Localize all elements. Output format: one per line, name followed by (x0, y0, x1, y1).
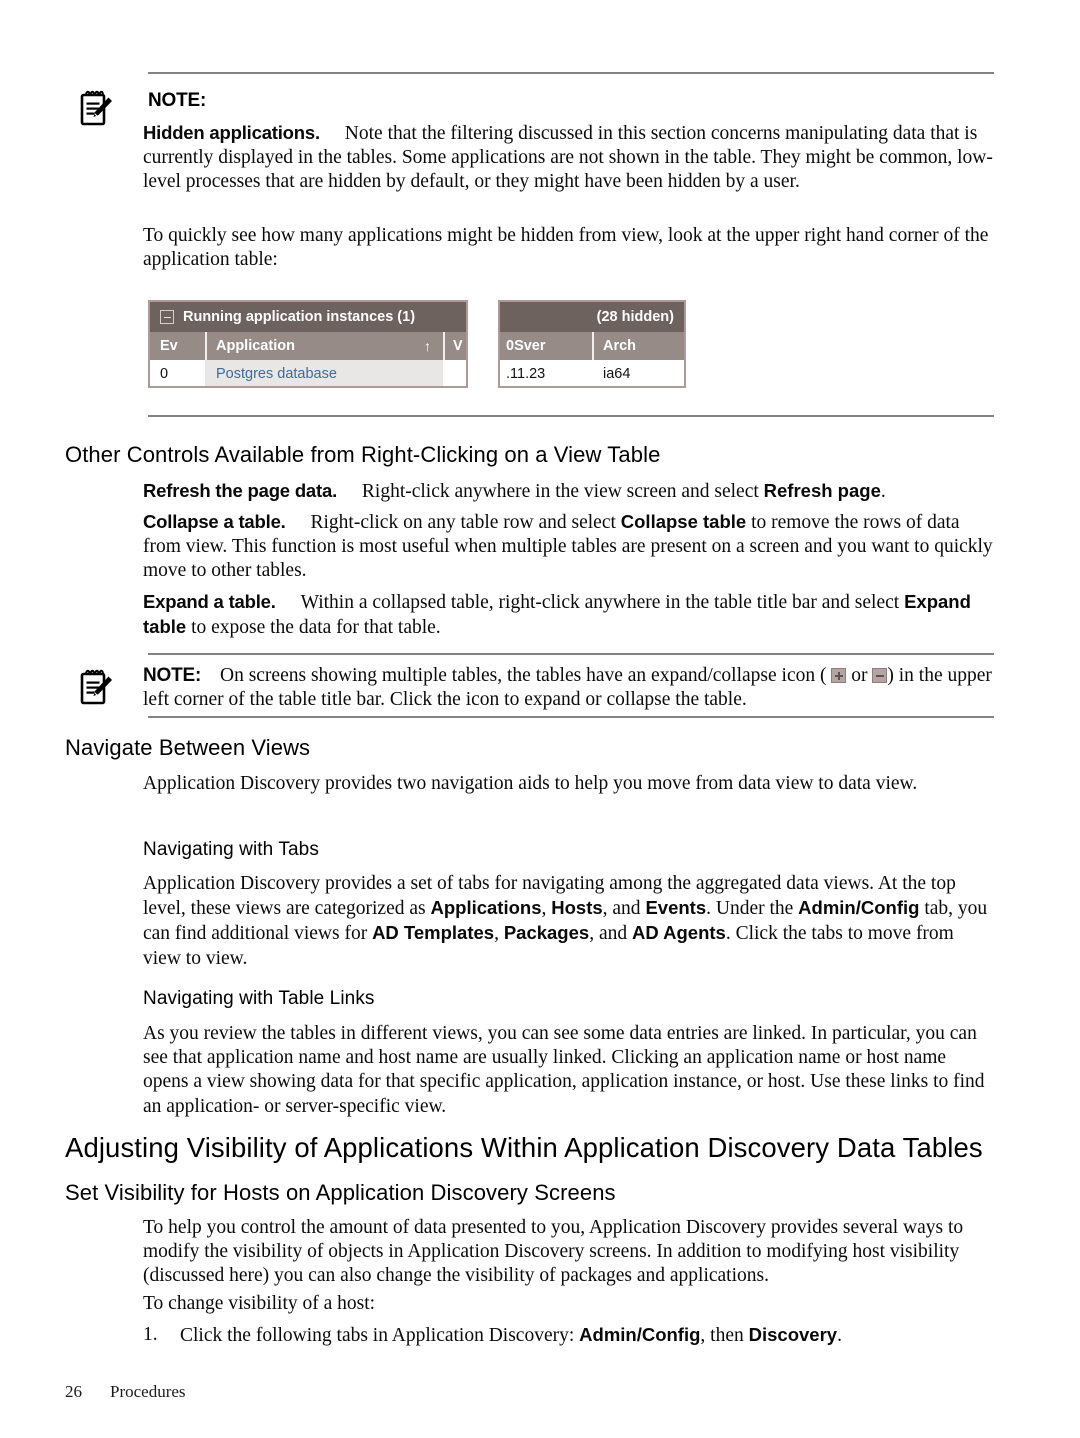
heading-set-visibility-for-hosts: Set Visibility for Hosts on Application … (65, 1180, 616, 1205)
tabs-text-4: . Under the (706, 898, 799, 920)
note1-paragraph-1: Hidden applications. Note that the filte… (143, 121, 994, 195)
hidden-count-label: (28 hidden) (596, 309, 674, 325)
list-bold-admin-config: Admin/Config (579, 1324, 701, 1345)
note2-text-part1: On screens showing multiple tables, the … (219, 665, 832, 686)
table-column-header-row-right: 0Sver Arch (500, 332, 684, 360)
column-header-arch[interactable]: Arch (603, 332, 636, 360)
heading-other-controls: Other Controls Available from Right-Clic… (65, 442, 661, 467)
table-column-header-row: Ev Application ↑ V (150, 332, 466, 360)
table-title-bar-right: (28 hidden) (500, 302, 684, 332)
note-pencil-icon (80, 90, 112, 126)
tabs-bold-hosts: Hosts (551, 897, 603, 919)
list-item-1: Click the following tabs in Application … (180, 1323, 994, 1348)
refresh-text-before: Right-click anywhere in the view screen … (361, 481, 764, 502)
note-bottom-rule (148, 415, 994, 417)
navigate-intro-paragraph: Application Discovery provides two navig… (143, 773, 918, 794)
collapse-minus-icon[interactable] (160, 310, 174, 324)
cell-arch: ia64 (603, 366, 631, 382)
cell-application-link[interactable]: Postgres database (216, 360, 337, 386)
note1-lead-in: Hidden applications. (143, 122, 320, 143)
navigating-with-tabs-paragraph: Application Discovery provides a set of … (143, 872, 994, 971)
refresh-text-after: . (880, 481, 886, 502)
cell-ev: 0 (160, 366, 169, 382)
tabs-bold-ad-agents: AD Agents (631, 922, 726, 944)
refresh-page-data-item: Refresh the page data. Right-click anywh… (143, 479, 994, 504)
expand-text-before: Within a collapsed table, right-click an… (300, 592, 905, 613)
expand-lead-in: Expand a table. (143, 591, 276, 612)
heading-navigating-with-table-links: Navigating with Table Links (143, 988, 375, 1009)
note2-paragraph: NOTE: On screens showing multiple tables… (143, 664, 994, 712)
collapse-text-before: Right-click on any table row and select (310, 512, 621, 533)
list-text-after: . (837, 1325, 842, 1346)
note-label: NOTE: (148, 90, 207, 111)
adjusting-paragraph-2: To change visibility of a host: (143, 1293, 376, 1314)
heading-navigating-with-tabs: Navigating with Tabs (143, 839, 319, 860)
tabs-bold-ad-templates: AD Templates (372, 922, 495, 944)
refresh-lead-in: Refresh the page data. (143, 480, 338, 501)
adjusting-paragraph-1: To help you control the amount of data p… (143, 1217, 964, 1287)
sort-ascending-icon: ↑ (424, 338, 431, 354)
expand-plus-icon (831, 668, 847, 683)
collapse-minus-icon (872, 668, 888, 683)
expand-text-after: to expose the data for that table. (186, 617, 441, 639)
screenshot-left-panel: Running application instances (1) Ev App… (148, 300, 468, 388)
note1-paragraph-2: To quickly see how many applications mig… (143, 225, 989, 271)
note2-text-or: or (846, 665, 873, 686)
table-row[interactable]: 0 Postgres database (150, 360, 466, 386)
collapse-lead-in: Collapse a table. (143, 511, 286, 532)
tabs-text-6: , (494, 923, 504, 945)
application-table-screenshot: Running application instances (1) Ev App… (148, 300, 686, 388)
tabs-bold-events: Events (645, 897, 707, 919)
table-row-right[interactable]: .11.23 ia64 (500, 360, 684, 386)
column-header-v[interactable]: V (453, 332, 463, 360)
note2-top-rule (148, 653, 994, 655)
tabs-text-3: , and (602, 898, 646, 920)
table-title: Running application instances (1) (183, 309, 416, 325)
collapse-table-item: Collapse a table. Right-click on any tab… (143, 510, 994, 584)
navigating-with-table-links-paragraph: As you review the tables in different vi… (143, 1023, 985, 1117)
note2-label: NOTE: (143, 665, 202, 686)
list-bold-discovery: Discovery (748, 1324, 838, 1345)
collapse-bold-inline: Collapse table (620, 511, 747, 532)
note-pencil-icon (80, 669, 112, 705)
tabs-bold-packages: Packages (503, 922, 590, 944)
note2-bottom-rule (148, 716, 994, 718)
tabs-bold-admin-config: Admin/Config (798, 897, 920, 919)
heading-navigate-between-views: Navigate Between Views (65, 735, 311, 760)
column-header-application[interactable]: Application (216, 332, 295, 360)
document-page: NOTE: Hidden applications. Note that the… (0, 0, 1080, 1438)
tabs-text-7: , and (589, 923, 632, 945)
list-text-middle: , then (700, 1325, 749, 1346)
tabs-bold-applications: Applications (430, 897, 542, 919)
footer-section-name: Procedures (110, 1382, 186, 1401)
column-header-osver[interactable]: 0Sver (506, 332, 546, 360)
footer-page-number: 26 (65, 1382, 82, 1401)
heading-adjusting-visibility: Adjusting Visibility of Applications Wit… (65, 1132, 983, 1163)
cell-osver: .11.23 (506, 366, 546, 382)
note-top-rule (148, 72, 994, 74)
expand-table-item: Expand a table. Within a collapsed table… (143, 590, 994, 640)
screenshot-right-panel: (28 hidden) 0Sver Arch .11.23 ia64 (498, 300, 686, 388)
tabs-text-2: , (541, 898, 552, 920)
list-text-before: Click the following tabs in Application … (180, 1325, 580, 1346)
column-header-ev[interactable]: Ev (160, 332, 178, 360)
list-item-number: 1. (143, 1324, 158, 1345)
refresh-bold-inline: Refresh page (763, 480, 881, 501)
table-title-bar: Running application instances (1) (150, 302, 466, 332)
